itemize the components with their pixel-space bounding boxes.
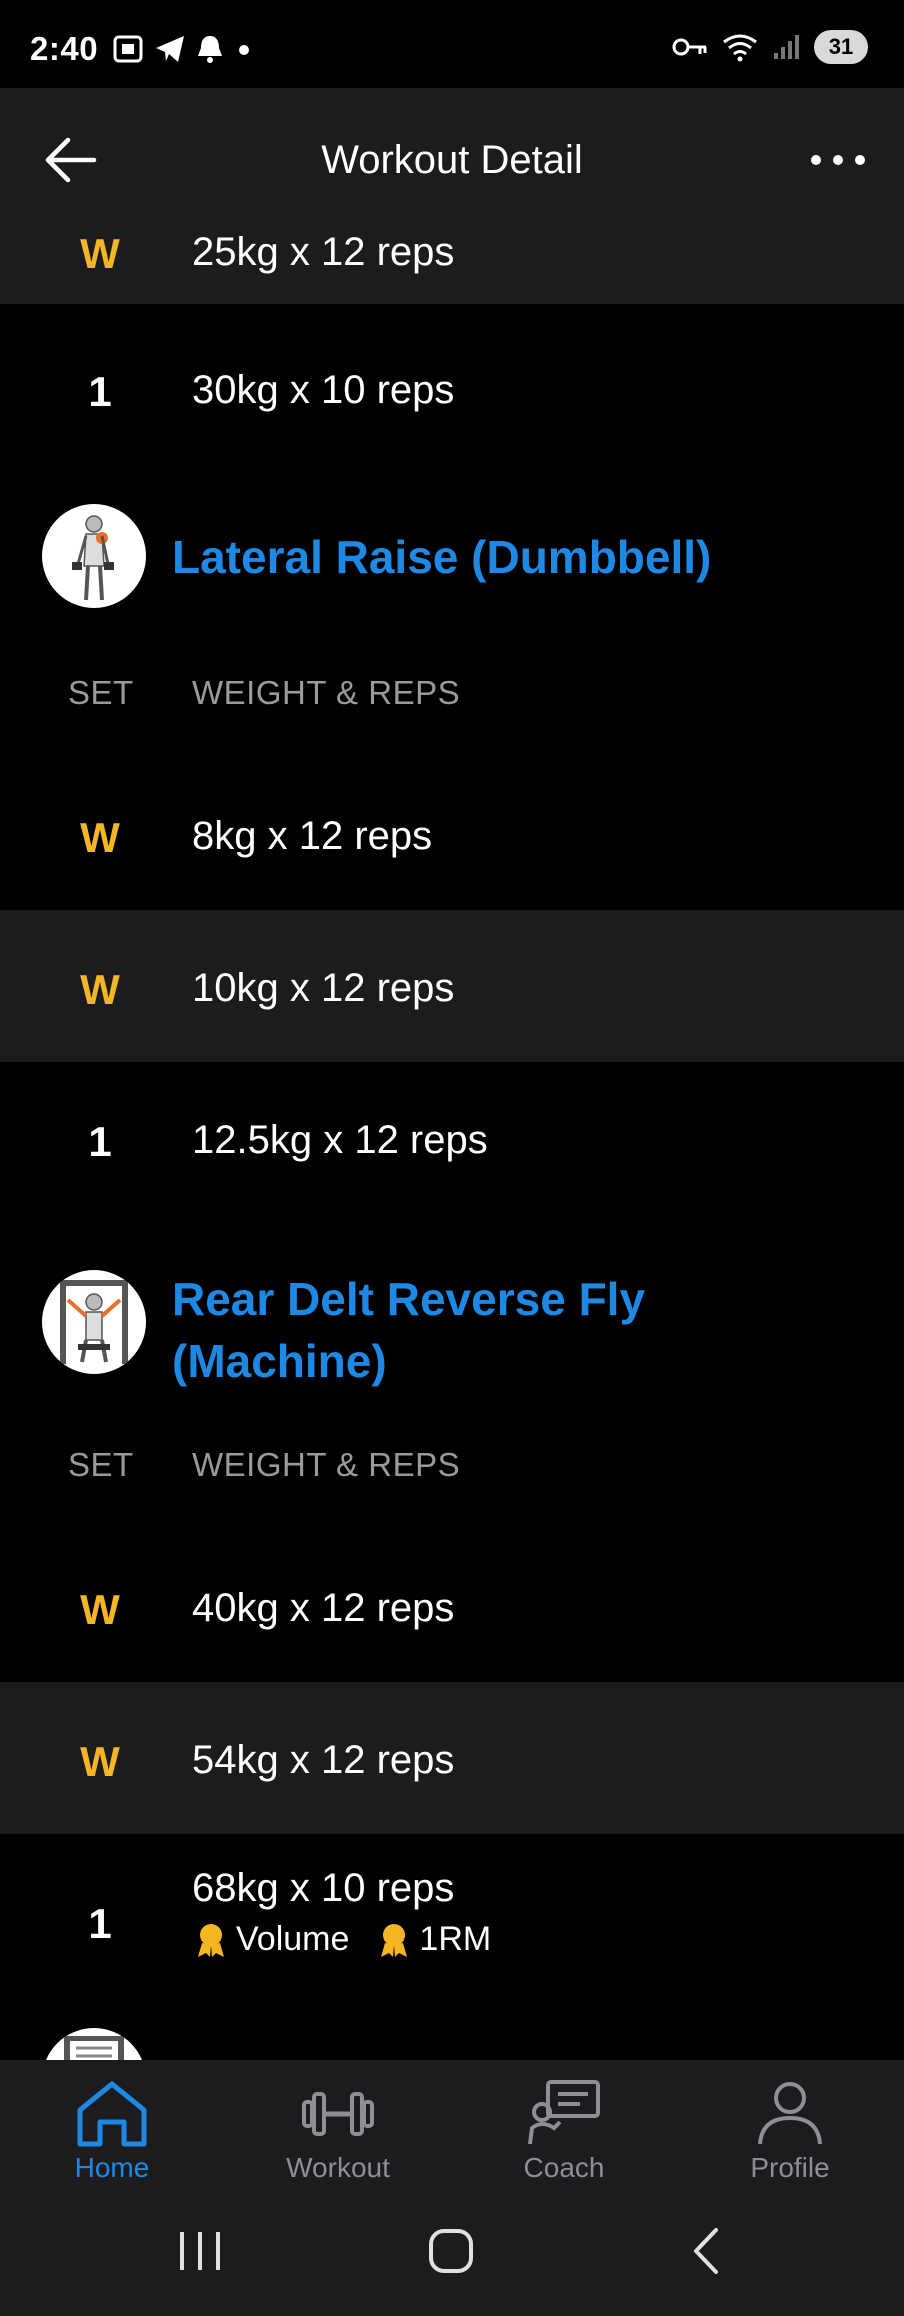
set-row: W 54kg x 12 reps	[0, 1682, 904, 1834]
machine-figure-icon	[64, 2036, 124, 2060]
pr-badge: 1RM	[375, 1920, 491, 1959]
exercise-name-line-2: (Machine)	[172, 1335, 387, 1387]
set-row: W 40kg x 12 reps	[0, 1530, 904, 1682]
nav-label: Home	[74, 2152, 150, 2183]
status-time: 2:40	[30, 30, 99, 67]
nav-profile[interactable]: Profile	[700, 2078, 880, 2184]
more-options-icon[interactable]	[808, 140, 868, 180]
nav-home[interactable]: Home	[22, 2078, 202, 2184]
column-header-weight-reps: WEIGHT & REPS	[192, 674, 461, 711]
page-title: Workout Detail	[321, 138, 583, 182]
personal-record-badges: Volume 1RM	[192, 1920, 491, 1959]
nav-label: Coach	[523, 2152, 605, 2183]
bell-icon	[198, 36, 222, 63]
set-row: 1 68kg x 10 reps Volume 1RM	[0, 1834, 904, 2004]
exercise-header[interactable]: Lateral Raise (Dumbbell)	[0, 504, 904, 624]
set-type-label: W	[80, 1586, 120, 1633]
medal-icon	[381, 1923, 408, 1957]
medal-icon	[198, 1923, 224, 1957]
reverse-fly-machine-icon	[60, 1280, 128, 1364]
coach-icon	[528, 2080, 600, 2145]
screenshot-icon	[113, 35, 143, 63]
top-app-bar: Workout Detail	[0, 88, 904, 232]
set-weight-reps: 40kg x 12 reps	[192, 1586, 455, 1630]
column-header-set: SET	[68, 674, 134, 711]
dot-icon	[239, 45, 249, 55]
set-weight-reps: 10kg x 12 reps	[192, 966, 455, 1010]
wifi-icon	[723, 34, 757, 62]
set-type-label: W	[80, 814, 120, 861]
set-type-label: 1	[88, 1118, 112, 1165]
set-weight-reps: 54kg x 12 reps	[192, 1738, 455, 1782]
set-weight-reps: 68kg x 10 reps	[192, 1866, 455, 1910]
back-system-icon[interactable]	[688, 2226, 724, 2276]
set-row: W 10kg x 12 reps	[0, 910, 904, 1062]
set-type-label: W	[80, 1738, 120, 1785]
home-icon	[77, 2081, 147, 2147]
set-row: 1 30kg x 10 reps	[0, 312, 904, 464]
pr-badge: Volume	[192, 1920, 349, 1959]
column-header-weight-reps: WEIGHT & REPS	[192, 1446, 461, 1483]
set-weight-reps: 8kg x 12 reps	[192, 814, 433, 858]
home-system-icon[interactable]	[426, 2226, 476, 2276]
signal-icon	[774, 35, 799, 59]
exercise-name[interactable]: Lateral Raise (Dumbbell)	[172, 526, 711, 588]
battery-indicator: 31	[814, 30, 868, 64]
exercise-thumbnail	[42, 2028, 146, 2060]
set-type-label: W	[80, 966, 120, 1013]
vpn-key-icon	[672, 38, 707, 56]
set-type-label: 1	[88, 368, 112, 415]
set-row: W 8kg x 12 reps	[0, 758, 904, 910]
system-navigation-bar	[0, 2190, 904, 2316]
set-weight-reps: 12.5kg x 12 reps	[192, 1118, 488, 1162]
exercise-header[interactable]: Rear Delt Reverse Fly (Machine)	[0, 1268, 904, 1398]
pr-badge-label: 1RM	[419, 1920, 492, 1958]
set-row: 1 12.5kg x 12 reps	[0, 1062, 904, 1214]
set-weight-reps: 25kg x 12 reps	[192, 232, 455, 274]
dumbbell-icon	[302, 2092, 374, 2136]
recent-apps-icon[interactable]	[176, 2226, 224, 2276]
nav-workout[interactable]: Workout	[248, 2078, 428, 2184]
bottom-navigation: Home Workout Coach Profile	[0, 2060, 904, 2190]
pr-badge-label: Volume	[236, 1920, 350, 1958]
profile-icon	[758, 2082, 822, 2145]
set-weight-reps: 30kg x 10 reps	[192, 368, 455, 412]
set-type-label: W	[80, 232, 120, 277]
nav-label: Profile	[750, 2152, 830, 2183]
nav-coach[interactable]: Coach	[474, 2078, 654, 2184]
exercise-thumbnail	[42, 504, 146, 608]
exercise-name-line-1: Rear Delt Reverse Fly	[172, 1273, 646, 1325]
set-type-label: 1	[88, 1900, 112, 1947]
telegram-icon	[156, 36, 184, 62]
exercise-name[interactable]: Rear Delt Reverse Fly (Machine)	[172, 1268, 645, 1392]
column-header-set: SET	[68, 1446, 134, 1483]
lateral-raise-figure-icon	[72, 515, 114, 601]
status-bar: 2:40 31	[0, 0, 904, 88]
set-row: W 25kg x 12 reps	[0, 232, 904, 304]
workout-detail-list[interactable]: W 25kg x 12 reps 1 30kg x 10 reps Latera…	[0, 232, 904, 2060]
exercise-thumbnail	[42, 1270, 146, 1374]
nav-label: Workout	[286, 2152, 390, 2183]
